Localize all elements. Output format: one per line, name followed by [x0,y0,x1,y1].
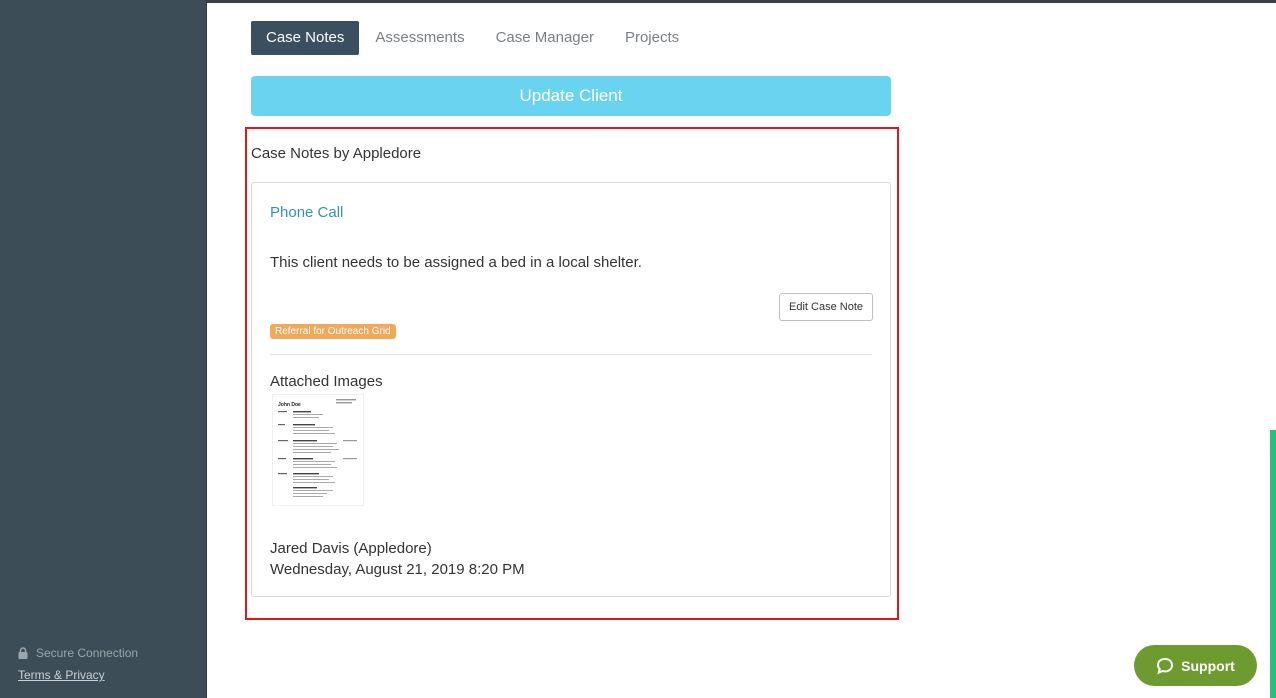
referral-tag: Referral for Outreach Grid [270,324,396,339]
chat-bubble-icon [1157,657,1174,674]
sidebar: Secure Connection Terms & Privacy [0,0,207,698]
lock-icon [18,647,28,659]
attached-images-title: Attached Images [270,373,383,390]
update-client-button[interactable]: Update Client [251,76,891,116]
tab-assessments[interactable]: Assessments [360,21,479,55]
note-author: Jared Davis (Appledore) [270,540,432,557]
scroll-indicator[interactable] [1270,430,1276,698]
support-label: Support [1181,657,1235,674]
tab-case-notes[interactable]: Case Notes [251,21,360,55]
note-date: Wednesday, August 21, 2019 8:20 PM [270,561,525,578]
note-type-link[interactable]: Phone Call [270,204,343,221]
edit-case-note-button[interactable]: Edit Case Note [779,293,873,321]
tab-case-manager[interactable]: Case Manager [481,21,609,55]
document-preview: John Doe [278,399,357,497]
attached-image-thumbnail[interactable]: John Doe [272,394,364,506]
terms-privacy-link[interactable]: Terms & Privacy [18,668,105,682]
support-button[interactable]: Support [1134,645,1257,686]
secure-connection: Secure Connection [18,646,138,660]
svg-text:John Doe: John Doe [278,402,301,408]
case-note-card: Phone Call This client needs to be assig… [251,182,891,597]
note-body: This client needs to be assigned a bed i… [270,254,642,271]
tab-bar: Case Notes Assessments Case Manager Proj… [251,21,695,55]
tab-projects[interactable]: Projects [610,21,694,55]
divider [270,354,872,355]
section-title: Case Notes by Appledore [251,145,422,162]
secure-connection-label: Secure Connection [36,646,139,660]
